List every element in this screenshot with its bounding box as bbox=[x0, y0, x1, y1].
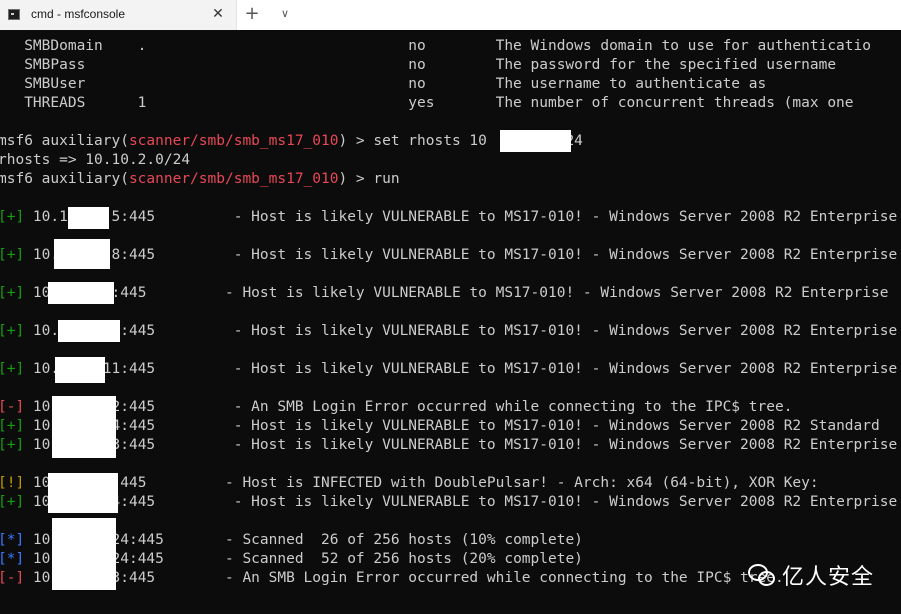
redaction-box bbox=[52, 518, 116, 590]
terminal-line: [+] 10. 11:445 - Host is likely VULNERAB… bbox=[0, 361, 898, 377]
terminal-line: SMBDomain . no The Windows domain to use… bbox=[0, 38, 871, 54]
redaction-box bbox=[68, 207, 109, 229]
close-tab-button[interactable]: ✕ bbox=[209, 5, 227, 23]
redaction-box bbox=[55, 357, 105, 383]
redaction-box bbox=[500, 130, 571, 152]
status-tag: [+] bbox=[0, 209, 25, 225]
terminal-line: [+] 10 :445 - Host is likely VULNERABLE … bbox=[0, 285, 889, 301]
status-tag: [!] bbox=[0, 475, 25, 491]
terminal-icon bbox=[8, 9, 20, 20]
terminal-line: [+] 10. 8:445 - Host is likely VULNERABL… bbox=[0, 247, 898, 263]
redaction-box bbox=[48, 282, 114, 304]
status-tag: [*] bbox=[0, 532, 25, 548]
terminal-line: msf6 auxiliary(scanner/smb/smb_ms17_010)… bbox=[0, 133, 583, 149]
status-tag: [*] bbox=[0, 551, 25, 567]
status-tag: [+] bbox=[0, 418, 25, 434]
redaction-box bbox=[58, 320, 120, 342]
module-name: scanner/smb/smb_ms17_010 bbox=[128, 171, 339, 187]
terminal-line: [+] 10. 14:445 - Host is likely VULNERAB… bbox=[0, 418, 880, 434]
redaction-box bbox=[52, 396, 116, 458]
tab-dropdown-button[interactable]: ∨ bbox=[276, 5, 294, 23]
title-bar: cmd - msfconsole ✕ + ∨ bbox=[0, 0, 901, 30]
terminal-line: [+] 10.1 5:445 - Host is likely VULNERAB… bbox=[0, 209, 898, 225]
module-name: scanner/smb/smb_ms17_010 bbox=[128, 133, 339, 149]
status-tag: [-] bbox=[0, 399, 25, 415]
terminal-line: [+] 10. 4:445 - Host is likely VULNERABL… bbox=[0, 494, 898, 510]
status-tag: [+] bbox=[0, 285, 25, 301]
terminal-line: [!] 10 :445 - Host is INFECTED with Doub… bbox=[0, 475, 819, 491]
redaction-box bbox=[48, 473, 118, 513]
status-tag: [+] bbox=[0, 494, 25, 510]
redaction-box bbox=[54, 239, 110, 269]
status-tag: [+] bbox=[0, 361, 25, 377]
tab-title: cmd - msfconsole bbox=[31, 7, 126, 21]
terminal-line: [+] 10. 0:445 - Host is likely VULNERABL… bbox=[0, 323, 898, 339]
terminal-line: [-] 10. 2:445 - An SMB Login Error occur… bbox=[0, 399, 793, 415]
watermark-text: 亿人安全 bbox=[782, 565, 875, 590]
tab-msfconsole[interactable]: cmd - msfconsole ✕ bbox=[0, 0, 237, 30]
terminal-line: rhosts => 10.10.2.0/24 bbox=[0, 152, 191, 168]
terminal-line: msf6 auxiliary(scanner/smb/smb_ms17_010)… bbox=[0, 171, 400, 187]
status-tag: [-] bbox=[0, 570, 25, 586]
watermark: 亿人安全 bbox=[748, 558, 874, 592]
terminal-line: SMBPass no The password for the specifie… bbox=[0, 57, 837, 73]
terminal-line: [-] 10. 53:445 - An SMB Login Error occu… bbox=[0, 570, 784, 586]
terminal-line: SMBUser no The username to authenticate … bbox=[0, 76, 767, 92]
status-tag: [+] bbox=[0, 247, 25, 263]
status-tag: [+] bbox=[0, 437, 25, 453]
terminal-output[interactable]: SMBDomain . no The Windows domain to use… bbox=[0, 30, 901, 614]
terminal-line: THREADS 1 yes The number of concurrent t… bbox=[0, 95, 854, 111]
terminal-line: [+] 10. 3:445 - Host is likely VULNERABL… bbox=[0, 437, 898, 453]
status-tag: [+] bbox=[0, 323, 25, 339]
new-tab-button[interactable]: + bbox=[243, 5, 261, 23]
wechat-icon bbox=[748, 564, 776, 586]
